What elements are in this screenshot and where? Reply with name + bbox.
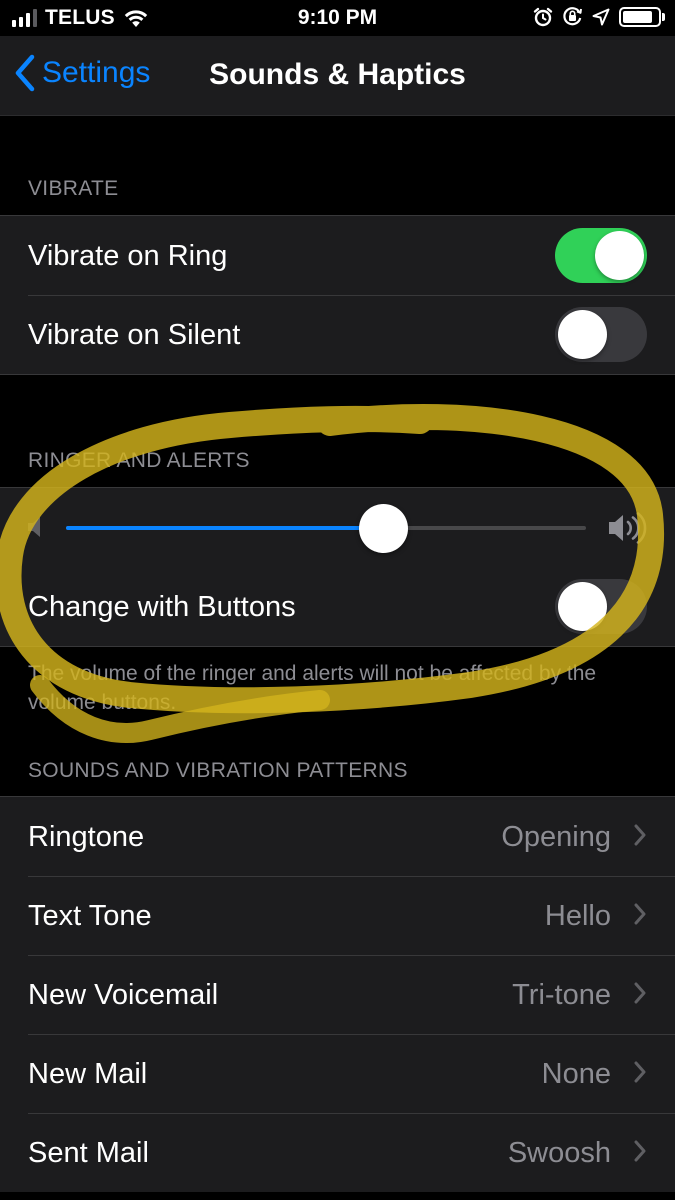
page-title: Sounds & Haptics bbox=[209, 58, 466, 91]
text-tone-row[interactable]: Text Tone Hello bbox=[0, 876, 675, 955]
row-label: New Mail bbox=[28, 1058, 148, 1090]
location-icon bbox=[592, 8, 610, 25]
chevron-right-icon bbox=[634, 982, 646, 1004]
new-mail-row[interactable]: New Mail None bbox=[0, 1034, 675, 1113]
section-header-vibrate: VIBRATE bbox=[28, 177, 119, 200]
chevron-right-icon bbox=[634, 1061, 646, 1083]
ringer-footer-note: The volume of the ringer and alerts will… bbox=[28, 662, 597, 714]
battery-nub bbox=[662, 12, 665, 21]
chevron-right-icon bbox=[634, 1140, 646, 1162]
volume-slider-thumb[interactable] bbox=[359, 504, 409, 553]
row-value: Opening bbox=[501, 821, 611, 853]
row-value: Swoosh bbox=[507, 1137, 611, 1169]
section-header-patterns: SOUNDS AND VIBRATION PATTERNS bbox=[28, 759, 408, 782]
sent-mail-row[interactable]: Sent Mail Swoosh bbox=[0, 1113, 675, 1192]
volume-low-icon bbox=[28, 517, 40, 537]
volume-high-icon bbox=[609, 512, 647, 544]
toggle-knob bbox=[558, 582, 607, 631]
orientation-lock-icon bbox=[563, 7, 582, 26]
row-label: Text Tone bbox=[28, 900, 152, 932]
patterns-group: Ringtone Opening Text Tone Hello New Voi… bbox=[0, 796, 675, 1192]
battery-icon bbox=[619, 6, 665, 27]
ringtone-row[interactable]: Ringtone Opening bbox=[0, 797, 675, 876]
chevron-right-icon bbox=[634, 824, 646, 846]
volume-slider-fill bbox=[66, 526, 384, 530]
row-label: Vibrate on Ring bbox=[28, 240, 228, 272]
change-with-buttons-row: Change with Buttons bbox=[0, 567, 675, 646]
toggle-knob bbox=[595, 231, 644, 280]
battery-fill bbox=[623, 10, 652, 23]
row-label: New Voicemail bbox=[28, 979, 219, 1011]
chevron-right-icon bbox=[634, 903, 646, 925]
section-header-ringer: RINGER AND ALERTS bbox=[28, 449, 250, 472]
status-right bbox=[533, 6, 665, 27]
vibrate-group: Vibrate on Ring Vibrate on Silent bbox=[0, 215, 675, 375]
toggle-knob bbox=[558, 310, 607, 359]
row-value: None bbox=[541, 1058, 611, 1090]
row-label: Ringtone bbox=[28, 821, 145, 853]
row-value: Tri-tone bbox=[512, 979, 611, 1011]
ringer-volume-row bbox=[0, 488, 675, 567]
row-value: Hello bbox=[544, 900, 611, 932]
battery-body bbox=[619, 6, 661, 27]
status-bar: TELUS 9:10 PM bbox=[0, 0, 675, 36]
change-with-buttons-toggle[interactable] bbox=[555, 579, 647, 634]
vibrate-on-silent-row: Vibrate on Silent bbox=[0, 295, 675, 374]
row-label: Sent Mail bbox=[28, 1137, 149, 1169]
volume-slider-track[interactable] bbox=[66, 526, 586, 530]
alarm-icon bbox=[533, 7, 553, 26]
vibrate-on-ring-toggle[interactable] bbox=[555, 228, 647, 283]
ringer-group: Change with Buttons bbox=[0, 487, 675, 647]
vibrate-on-ring-row: Vibrate on Ring bbox=[0, 216, 675, 295]
new-voicemail-row[interactable]: New Voicemail Tri-tone bbox=[0, 955, 675, 1034]
settings-screen: TELUS 9:10 PM Settings Sounds & Haptics … bbox=[0, 0, 675, 1200]
navigation-bar: Settings Sounds & Haptics bbox=[0, 36, 675, 116]
row-label: Change with Buttons bbox=[28, 591, 296, 623]
row-label: Vibrate on Silent bbox=[28, 319, 241, 351]
vibrate-on-silent-toggle[interactable] bbox=[555, 307, 647, 362]
